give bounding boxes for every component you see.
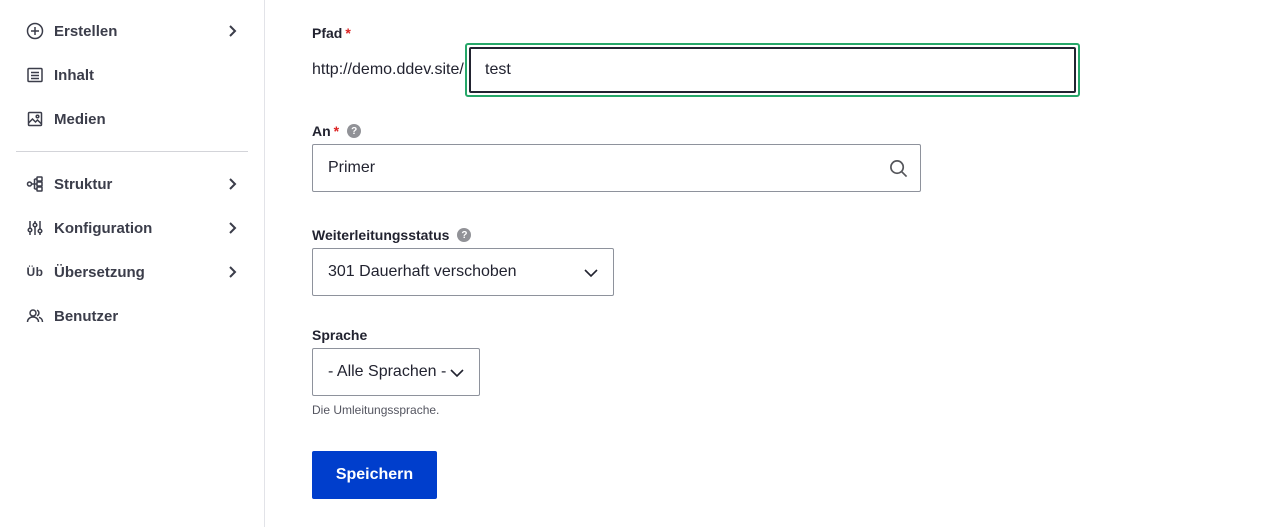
path-prefix: http://demo.ddev.site/ [312,61,464,78]
sidebar-item-uebersetzung[interactable]: Üb Übersetzung [16,254,248,290]
sidebar-item-label: Benutzer [54,307,119,325]
path-input[interactable]: test [469,47,1076,93]
sidebar-item-medien[interactable]: Medien [16,101,248,137]
sidebar-item-struktur[interactable]: Struktur [16,166,248,202]
sidebar-item-label: Konfiguration [54,219,153,237]
chevron-right-icon[interactable] [224,176,240,192]
sidebar-item-inhalt[interactable]: Inhalt [16,57,248,93]
language-description: Die Umleitungssprache. [312,403,440,417]
sidebar-item-label: Erstellen [54,22,118,40]
to-label: An * ? [312,123,362,139]
to-label-text: An [312,123,331,139]
structure-icon [24,173,46,195]
help-icon[interactable]: ? [347,124,362,138]
path-label: Pfad * [312,25,351,41]
chevron-right-icon[interactable] [224,220,240,236]
status-select[interactable]: 301 Dauerhaft verschoben [312,248,614,296]
to-autocomplete-input[interactable]: Primer [312,144,921,192]
sidebar-item-benutzer[interactable]: Benutzer [16,298,248,334]
required-marker: * [333,123,340,139]
chevron-down-icon [584,269,598,278]
search-icon [890,160,908,178]
chevron-right-icon[interactable] [224,264,240,280]
content-list-icon [24,64,46,86]
path-input-focus-ring: test [465,43,1080,97]
sidebar-item-erstellen[interactable]: Erstellen [16,13,248,49]
sidebar-item-label: Übersetzung [54,263,145,281]
path-label-text: Pfad [312,25,343,41]
status-select-value: 301 Dauerhaft verschoben [328,263,517,280]
sidebar-item-konfiguration[interactable]: Konfiguration [16,210,248,246]
admin-sidebar: Erstellen Inhalt Medien Struktur Konfigu… [0,0,265,527]
chevron-down-icon [450,369,464,378]
chevron-right-icon[interactable] [224,23,240,39]
save-button[interactable]: Speichern [312,451,437,499]
sliders-icon [24,217,46,239]
sidebar-item-label: Inhalt [54,66,94,84]
users-icon [24,305,46,327]
language-label-text: Sprache [312,327,368,343]
status-label-text: Weiterleitungsstatus [312,227,450,243]
to-input-value: Primer [328,159,376,176]
language-select-value: - Alle Sprachen - [328,363,447,380]
language-select[interactable]: - Alle Sprachen - [312,348,480,396]
media-image-icon [24,108,46,130]
sidebar-item-label: Struktur [54,175,113,193]
sidebar-item-label: Medien [54,110,106,128]
language-label: Sprache [312,327,367,343]
required-marker: * [345,25,351,41]
plus-circle-icon [24,20,46,42]
sidebar-divider [16,151,248,152]
help-icon[interactable]: ? [457,228,472,242]
status-label: Weiterleitungsstatus ? [312,227,472,243]
translation-icon: Üb [26,265,44,279]
